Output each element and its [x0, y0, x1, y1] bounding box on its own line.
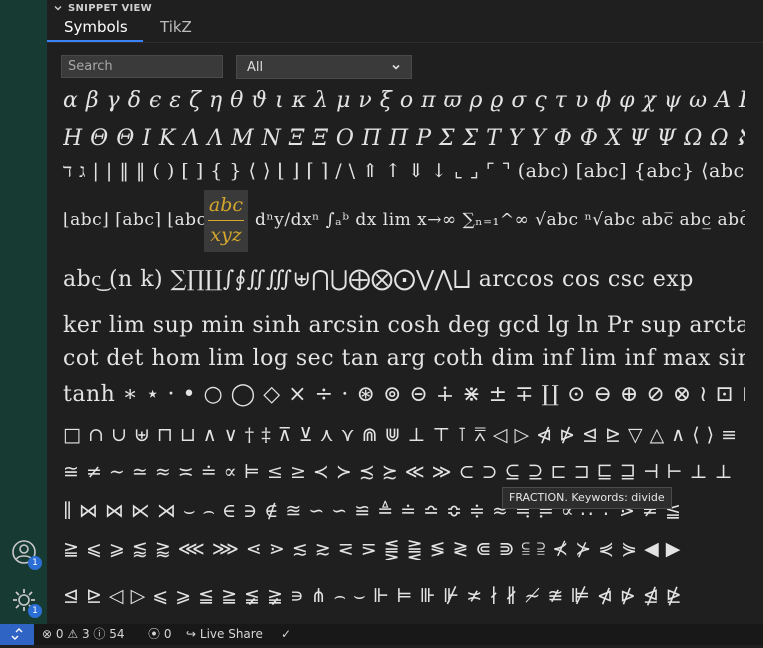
tab-tikz[interactable]: TikZ: [160, 18, 192, 36]
symbol-tooltip: FRACTION. Keywords: divide: [502, 487, 672, 509]
snippet-view-panel: SNIPPET VIEW Symbols TikZ All α β γ δ ϵ …: [47, 0, 763, 624]
category-select[interactable]: All: [236, 55, 412, 79]
error-count: 0: [55, 627, 64, 641]
accounts-button[interactable]: 1: [10, 538, 42, 570]
symbol-row[interactable]: cot det hom lim log sec tan arg coth dim…: [63, 346, 745, 371]
symbol-row[interactable]: ker lim sup min sinh arcsin cosh deg gcd…: [63, 313, 745, 338]
info-count: 54: [109, 627, 125, 641]
manage-button[interactable]: 1: [10, 586, 42, 618]
broadcast-icon: ⦿: [148, 627, 161, 641]
warning-icon: ⚠: [67, 627, 79, 641]
active-tab-indicator: [47, 40, 143, 42]
fraction-bar: [208, 220, 244, 221]
category-select-value: All: [247, 59, 264, 75]
problems-button[interactable]: ⊗ 0 ⚠ 3 ⓘ 54: [42, 624, 125, 645]
symbol-row[interactable]: ≧ ⩽ ⩾ ⪅ ⪆ ⋘ ⋙ ⋖ ⋗ ≲ ≳ ⋜ ⋝ ⪋ ⪌ ≶ ≷ ⋐ ⋑ ⫅ …: [63, 538, 745, 560]
symbol-row[interactable]: ⊴ ⊵ ◁ ▷ ⩽ ⩾ ≦ ≧ ≨ ≩ ∍ ⋔ ⌢ ⌣ ⊩ ⊨ ⊪ ⊮ ≭ ∤ …: [63, 585, 745, 607]
symbol-row[interactable]: □ ∩ ∪ ⊎ ⊓ ⊔ ∧ ∨ † ‡ ⊼ ⊻ ⋏ ⋎ ⋒ ⋓ ⊥ ⊤ ⊺ ⩞ …: [63, 424, 745, 446]
error-icon: ⊗: [42, 627, 53, 641]
symbol-fraction-highlighted[interactable]: abc xyz: [204, 190, 248, 252]
tab-bar: Symbols TikZ: [47, 16, 763, 43]
activity-bar: 1 1: [0, 0, 47, 624]
section-header[interactable]: SNIPPET VIEW: [53, 0, 152, 16]
warning-count: 3: [81, 627, 90, 641]
fraction-denominator: xyz: [210, 224, 242, 246]
symbol-row[interactable]: tanh ∗ ⋆ · • ○ ◯ ◇ × ÷ ⋅ ⊛ ⊚ ⊝ ∔ ⋇ ± ∓ ∐…: [63, 382, 745, 407]
symbol-row[interactable]: abc͜ (n k) ∑∏∐∫∮∬∭⊎⋂⋃⨁⨂⨀⋁⋀⨆ arccos cos c…: [63, 266, 745, 292]
symbol-row[interactable]: ≅ ≠ ∼ ≃ ≈ ≍ ≐ ∝ ⊨ ≤ ≥ ≺ ≻ ≾ ≿ ≪ ≫ ⊂ ⊃ ⊆ …: [63, 461, 745, 483]
symbol-row[interactable]: α β γ δ ϵ ε ζ η θ ϑ ι κ λ μ ν ξ ο π ϖ ρ …: [63, 88, 745, 113]
live-share-icon: ↪: [186, 627, 197, 641]
ports-count: 0: [163, 627, 172, 641]
symbol-row[interactable]: ג ד | | ‖ ‖ ( ) [ ] { } ⟨ ⟩ ⌊ ⌋ ⌈ ⌉ / \ …: [63, 160, 745, 183]
settings-badge: 1: [28, 604, 42, 618]
ports-button[interactable]: ⦿ 0: [148, 624, 171, 645]
accounts-badge: 1: [28, 556, 42, 570]
info-icon: ⓘ: [93, 627, 106, 641]
chevron-down-icon: [392, 64, 400, 70]
remote-icon: [11, 628, 23, 640]
tab-symbols[interactable]: Symbols: [64, 18, 128, 36]
live-share-button[interactable]: ↪ Live Share: [186, 624, 263, 645]
symbol-row[interactable]: dⁿy/dxⁿ ∫ₐᵇ dx lim x→∞ ∑ₙ₌₁^∞ √abc ⁿ√abc…: [255, 210, 745, 230]
status-bar: ⊗ 0 ⚠ 3 ⓘ 54 ⦿ 0 ↪ Live Share ✓: [0, 624, 763, 645]
fraction-numerator: abc: [208, 194, 244, 216]
chevron-down-icon: [54, 6, 62, 11]
remote-button[interactable]: [0, 624, 34, 645]
live-share-label: Live Share: [199, 627, 263, 641]
section-title: SNIPPET VIEW: [68, 2, 153, 14]
symbol-row[interactable]: H Θ Θ I K Λ Λ M N Ξ Ξ O Π Π P Σ Σ T Υ Υ …: [63, 125, 745, 151]
check-icon[interactable]: ✓: [281, 624, 291, 645]
search-input[interactable]: [61, 55, 223, 78]
